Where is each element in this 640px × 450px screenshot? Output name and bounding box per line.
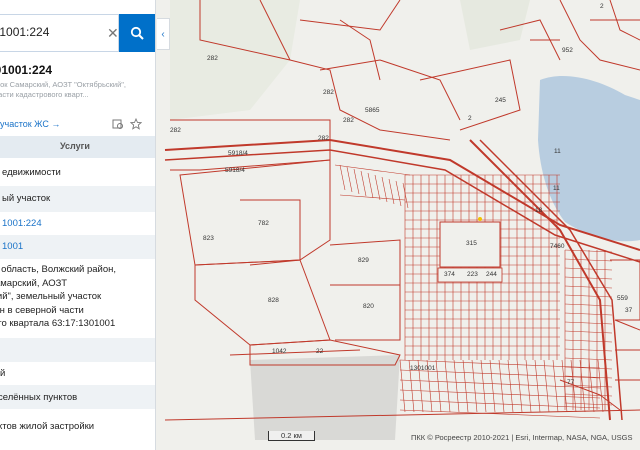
parcel-subtitle: селок Самарский, АОЗТ "Октябрьский", й ч… (0, 80, 153, 100)
search-bar: 301001:224 ✕ (0, 14, 155, 52)
collapse-panel-button[interactable]: ‹ (157, 18, 170, 50)
info-row-category: селённых пунктов (0, 385, 155, 409)
tab-services[interactable]: Услуги (60, 141, 90, 151)
map-scale: 0.2 км (268, 431, 315, 441)
parcel-number-label: 282 (207, 55, 218, 62)
address-line: Самарский, АОЗТ (0, 277, 67, 289)
parcel-number-label: 1042 (272, 348, 287, 355)
parcel-number-label: 820 (363, 303, 374, 310)
info-row-status (0, 338, 155, 362)
parcel-number-label: 374 (444, 271, 455, 278)
parcel-number-label: 2 (468, 115, 472, 122)
parcel-subtitle-line-2: й части кадастрового кварт... (0, 90, 89, 99)
chevron-left-icon: ‹ (161, 28, 165, 40)
parcel-number-label: 782 (258, 220, 269, 227)
info-panel: 301001:224 ✕ 301001:224 селок Самарский,… (0, 0, 156, 450)
parcel-number-label: 1301001 (410, 365, 436, 372)
parcel-number-label: 22 (316, 348, 324, 355)
search-button[interactable] (119, 14, 155, 52)
parcel-number-label: 828 (268, 297, 279, 304)
edit-icon[interactable] (112, 118, 124, 130)
parcel-number-label: 37 (625, 307, 633, 314)
parcel-number-label: 282 (343, 117, 354, 124)
parcel-link[interactable]: участок ЖС → (0, 119, 60, 129)
parcel-number-label: 315 (466, 240, 477, 247)
parcel-number-label: 282 (170, 127, 181, 134)
parcel-number-label: 11 (554, 148, 561, 155)
parcel-number-label: 5918/4 (228, 150, 248, 157)
info-row-cadastral-number[interactable]: 1001:224 (0, 218, 155, 229)
parcel-number-label: 952 (562, 47, 573, 54)
address-line: вого квартала 63:17:1301001 (0, 318, 116, 329)
parcel-number-label: 11 (553, 185, 560, 192)
parcel-number-label: 18 (535, 207, 543, 214)
map-attribution: ПКК © Росреестр 2010-2021 | Esri, Interm… (411, 433, 633, 442)
parcel-number-label: 223 (467, 271, 478, 278)
clear-icon[interactable]: ✕ (107, 25, 119, 42)
parcel-number-label: 7460 (550, 243, 565, 250)
action-row: участок ЖС → (0, 118, 155, 132)
parcel-number-label: 282 (323, 89, 334, 96)
parcel-number-label: 5918/4 (225, 167, 245, 174)
info-row-category-short: й (0, 368, 6, 379)
search-icon (130, 26, 144, 40)
address-line: ая область, Волжский район, (0, 264, 117, 275)
info-row-quarter[interactable]: 1001 (0, 235, 155, 259)
parcel-number-label: 559 (617, 295, 628, 302)
address-line: ский", земельный участок (0, 291, 102, 302)
address-line: жен в северной части (0, 304, 84, 316)
parcel-subtitle-line-1: селок Самарский, АОЗТ "Октябрьский", (0, 80, 127, 89)
parcel-number-label: 245 (495, 97, 506, 104)
parcel-number-label: 5865 (365, 107, 380, 114)
parcel-title: 301001:224 (0, 63, 53, 77)
parcel-number-label: 244 (486, 271, 497, 278)
info-row-parcel-kind: ый участок (0, 186, 155, 212)
parcel-number-label: 829 (358, 257, 369, 264)
address-block: ая область, Волжский район, Самарский, А… (0, 263, 153, 331)
search-input[interactable]: 301001:224 (0, 25, 116, 39)
star-icon[interactable] (130, 118, 142, 130)
search-field[interactable]: 301001:224 ✕ (0, 14, 119, 52)
parcel-number-label: 2 (600, 3, 604, 10)
parcel-number-label: 823 (203, 235, 214, 242)
info-row-property-type: едвижимости (2, 167, 61, 178)
tab-bar: Услуги (0, 136, 155, 158)
parcel-number-label: 77 (567, 379, 575, 386)
parcel-number-label: 282 (318, 135, 329, 142)
